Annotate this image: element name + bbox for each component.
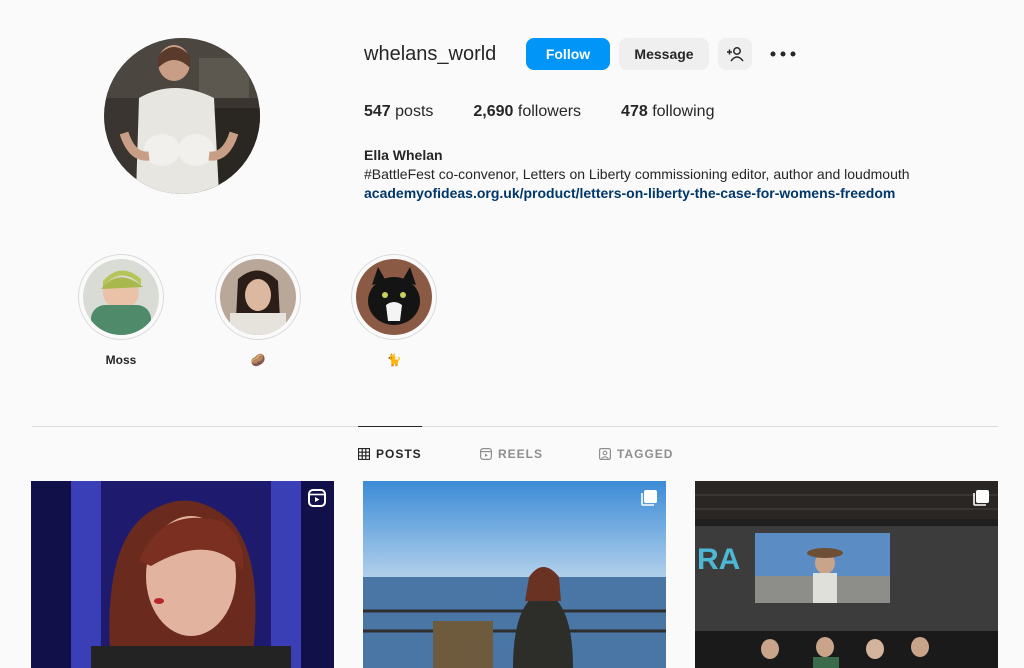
tab-posts[interactable]: POSTS (358, 426, 422, 480)
tab-posts-label: POSTS (376, 446, 422, 461)
highlight-item[interactable]: 🐈 (351, 254, 437, 367)
tab-reels-label: REELS (498, 447, 544, 461)
profile-avatar[interactable] (104, 38, 260, 194)
post-thumbnail[interactable] (363, 481, 666, 668)
message-button[interactable]: Message (619, 38, 709, 70)
highlight-label: 🐈 (386, 353, 402, 367)
highlight-item[interactable]: Moss (78, 254, 164, 367)
followers-count-label: followers (517, 103, 582, 120)
posts-count-value: 547 (364, 103, 391, 120)
tagged-icon (599, 448, 611, 460)
tab-reels[interactable]: REELS (480, 440, 543, 468)
carousel-icon (641, 490, 657, 506)
bio-link[interactable]: academyofideas.org.uk/product/letters-on… (364, 184, 910, 203)
following-count-value: 478 (621, 103, 648, 120)
carousel-icon (973, 490, 989, 506)
following-count[interactable]: 478 following (621, 103, 714, 121)
highlight-cover (78, 254, 164, 340)
posts-count-label: posts (395, 103, 434, 120)
profile-bio: Ella Whelan #BattleFest co-convenor, Let… (364, 146, 910, 203)
reels-icon (480, 448, 492, 460)
profile-username: whelans_world (364, 43, 497, 65)
highlight-label: 🥔 (250, 353, 266, 367)
post-thumbnail[interactable] (31, 481, 334, 668)
highlight-label: Moss (105, 353, 137, 367)
profile-stats: 547 posts 2,690 followers 478 following (364, 103, 754, 121)
following-count-label: following (652, 103, 715, 120)
highlight-cover (351, 254, 437, 340)
follow-button[interactable]: Follow (526, 38, 610, 70)
highlight-item[interactable]: 🥔 (215, 254, 301, 367)
tab-tagged[interactable]: TAGGED (599, 440, 673, 468)
highlight-cover (215, 254, 301, 340)
followers-count-value: 2,690 (473, 103, 514, 120)
posts-count: 547 posts (364, 103, 433, 121)
bio-full-name: Ella Whelan (364, 147, 443, 163)
post-thumbnail[interactable]: RA (695, 481, 998, 668)
tab-tagged-label: TAGGED (617, 447, 674, 461)
followers-count[interactable]: 2,690 followers (473, 103, 581, 121)
section-divider (32, 426, 998, 427)
reel-icon (308, 489, 326, 507)
svg-text:RA: RA (697, 543, 740, 576)
suggested-accounts-button[interactable] (718, 38, 752, 70)
bio-text: #BattleFest co-convenor, Letters on Libe… (364, 166, 910, 182)
more-options-icon (770, 51, 796, 57)
add-person-icon (727, 47, 744, 62)
options-button[interactable] (768, 44, 798, 64)
grid-icon (358, 447, 370, 460)
